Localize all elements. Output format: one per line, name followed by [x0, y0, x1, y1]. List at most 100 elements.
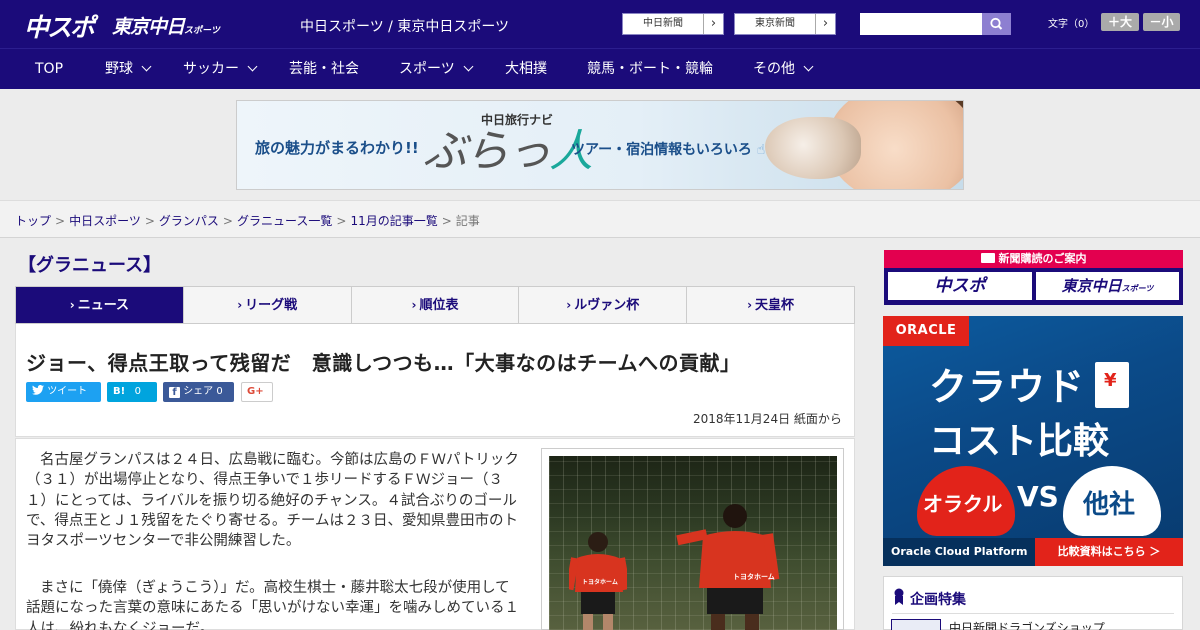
search-icon: [990, 17, 1003, 30]
search-input[interactable]: [860, 13, 982, 35]
subscription-box[interactable]: 新聞購読のご案内 中スポ 東京中日スポーツ: [884, 250, 1183, 305]
newspaper-icon: [980, 253, 995, 263]
search-button[interactable]: [982, 13, 1011, 35]
oracle-ad[interactable]: ORACLE クラウド ¥ コスト比較 オラクル VS 他社 Oracle Cl…: [883, 316, 1183, 566]
nav-item-entertainment[interactable]: 芸能・社会: [289, 49, 359, 89]
ad-footer-left: Oracle Cloud Platform: [891, 545, 1028, 558]
nav-label: 競馬・ボート・競輪: [587, 61, 713, 77]
font-smaller-button[interactable]: －小: [1143, 13, 1180, 31]
tokyo-shimbun-link[interactable]: 東京新聞 ›: [734, 13, 836, 35]
tab-label: 順位表: [419, 298, 459, 313]
banner-brand-sub: 中日旅行ナビ: [481, 113, 554, 127]
tokyo-shimbun-label: 東京新聞: [755, 18, 795, 29]
nav-label: 野球: [105, 61, 133, 77]
nav-item-racing[interactable]: 競馬・ボート・競輪: [587, 49, 713, 89]
tweet-label: ツイート: [47, 386, 88, 397]
nav-item-sports[interactable]: スポーツ: [399, 49, 474, 89]
chevron-down-icon: [247, 61, 258, 72]
breadcrumb-link[interactable]: 中日スポーツ: [69, 214, 141, 228]
tab-news[interactable]: › ニュース: [16, 287, 183, 323]
tab-label: ニュース: [77, 298, 130, 313]
chevron-right-icon: ›: [69, 298, 75, 312]
ad-vs-label: VS: [1017, 480, 1059, 513]
ad-right-label: 他社: [1083, 490, 1136, 520]
share-label: シェア: [183, 386, 214, 397]
logo-chuspo[interactable]: 中スポ: [24, 8, 95, 44]
nav-label: スポーツ: [399, 61, 455, 77]
ad-left-label: オラクル: [923, 492, 1003, 516]
breadcrumb-link[interactable]: グラニュース一覧: [237, 214, 332, 228]
facebook-icon: f: [169, 387, 180, 398]
subscribe-tokyo-link[interactable]: 東京中日スポーツ: [1036, 272, 1179, 300]
article-paragraph: 名古屋グランパスは２４日、広島戦に臨む。今節は広島のＦＷパトリック（３１）が出場…: [26, 452, 519, 550]
category-tabs: › ニュース › リーグ戦 › 順位表 › ルヴァン杯 › 天皇杯: [15, 286, 855, 324]
travel-banner-ad[interactable]: 旅の魅力がまるわかり!! ぶらっ人 中日旅行ナビ ツアー・宿泊情報もいろいろ ☝: [236, 100, 964, 190]
hatena-count: 0: [134, 386, 142, 397]
tweet-button[interactable]: ツイート: [26, 382, 101, 402]
logo-tokyo-chunichi[interactable]: 東京中日スポーツ: [112, 12, 220, 39]
breadcrumb-sep: >: [144, 214, 155, 228]
hatena-bookmark-button[interactable]: B! 0: [107, 382, 157, 402]
document-yen-icon: ¥: [1095, 362, 1129, 408]
site-title[interactable]: 中日スポーツ / 東京中日スポーツ: [300, 16, 509, 36]
chevron-right-icon: ›: [703, 14, 723, 34]
nav-item-other[interactable]: その他: [753, 49, 814, 89]
nav-item-soccer[interactable]: サッカー: [183, 49, 258, 89]
tab-levain-cup[interactable]: › ルヴァン杯: [518, 287, 686, 323]
nav-item-top[interactable]: TOP: [35, 49, 63, 89]
feature-link[interactable]: 中日新聞ドラゴンズショップ: [949, 619, 1105, 630]
chevron-right-icon: ›: [411, 298, 417, 312]
chevron-down-icon: [803, 61, 814, 72]
tab-league[interactable]: › リーグ戦: [182, 287, 351, 323]
section-title: 【グラニュース】: [18, 255, 162, 276]
breadcrumb-link[interactable]: 11月の記事一覧: [350, 214, 437, 228]
nav-label: 大相撲: [505, 61, 547, 77]
nav-item-sumo[interactable]: 大相撲: [505, 49, 547, 89]
banner-shell-image: [765, 117, 861, 179]
banner-tagline: 旅の魅力がまるわかり!!: [255, 139, 419, 157]
nav-item-baseball[interactable]: 野球: [105, 49, 152, 89]
subscribe-chuspo-link[interactable]: 中スポ: [888, 272, 1032, 300]
chevron-right-icon: ›: [747, 298, 753, 312]
ad-headline-1: クラウド: [929, 365, 1086, 409]
google-plus-button[interactable]: G+: [241, 382, 273, 402]
chunichi-shimbun-link[interactable]: 中日新聞 ›: [622, 13, 724, 35]
article-photo[interactable]: トヨタホーム トヨタホーム: [549, 456, 837, 630]
nav-label: サッカー: [183, 61, 239, 77]
chevron-right-icon: ›: [815, 14, 835, 34]
breadcrumb-sep: >: [222, 214, 233, 228]
banner-tagline2: ツアー・宿泊情報もいろいろ ☝: [571, 139, 765, 159]
article-headline: ジョー、得点王取って残留だ 意識しつつも…「大事なのはチームへの貢献」: [26, 351, 741, 375]
subscribe-tokyo-text: 東京中日: [1061, 277, 1122, 295]
font-larger-button[interactable]: ＋大: [1101, 13, 1139, 31]
feature-divider: [892, 613, 1174, 614]
chevron-down-icon: [141, 61, 152, 72]
site-header: 中スポ 東京中日スポーツ 中日スポーツ / 東京中日スポーツ 中日新聞 › 東京…: [0, 0, 1200, 48]
banner-brand-a: ぶらっ: [423, 126, 551, 177]
subscription-header: 新聞購読のご案内: [884, 250, 1183, 268]
banner-tagline2-text: ツアー・宿泊情報もいろいろ: [571, 142, 752, 158]
article-date: 2018年11月24日 紙面から: [693, 412, 842, 426]
tab-label: リーグ戦: [245, 298, 298, 313]
breadcrumb: トップ > 中日スポーツ > グランパス > グラニュース一覧 >11月の記事一覧 > 記事: [15, 212, 480, 229]
nav-label: その他: [753, 61, 795, 77]
ribbon-icon: [894, 588, 904, 605]
photo-player-right: [676, 504, 780, 630]
ad-cta-button[interactable]: 比較資料はこちら ＞: [1035, 538, 1183, 566]
tab-standings[interactable]: › 順位表: [350, 287, 519, 323]
subscribe-tokyo-sub: スポーツ: [1121, 284, 1154, 293]
chevron-right-icon: ›: [237, 298, 243, 312]
breadcrumb-sep: >: [55, 214, 66, 228]
nav-label: 芸能・社会: [289, 61, 359, 77]
breadcrumb-sep: >: [441, 214, 452, 228]
ad-footer: Oracle Cloud Platform 比較資料はこちら ＞: [883, 538, 1183, 566]
logo-tokyo-sub: スポーツ: [184, 26, 220, 36]
breadcrumb-link[interactable]: トップ: [15, 214, 51, 228]
breadcrumb-current: 記事: [455, 214, 480, 228]
breadcrumb-link[interactable]: グランパス: [159, 214, 219, 228]
google-plus-icon: G+: [247, 386, 264, 397]
photo-jersey-text: トヨタホーム: [733, 573, 775, 581]
facebook-share-button[interactable]: f シェア 0: [163, 382, 234, 402]
tab-emperors-cup[interactable]: › 天皇杯: [686, 287, 854, 323]
feature-thumbnail[interactable]: [891, 619, 941, 630]
